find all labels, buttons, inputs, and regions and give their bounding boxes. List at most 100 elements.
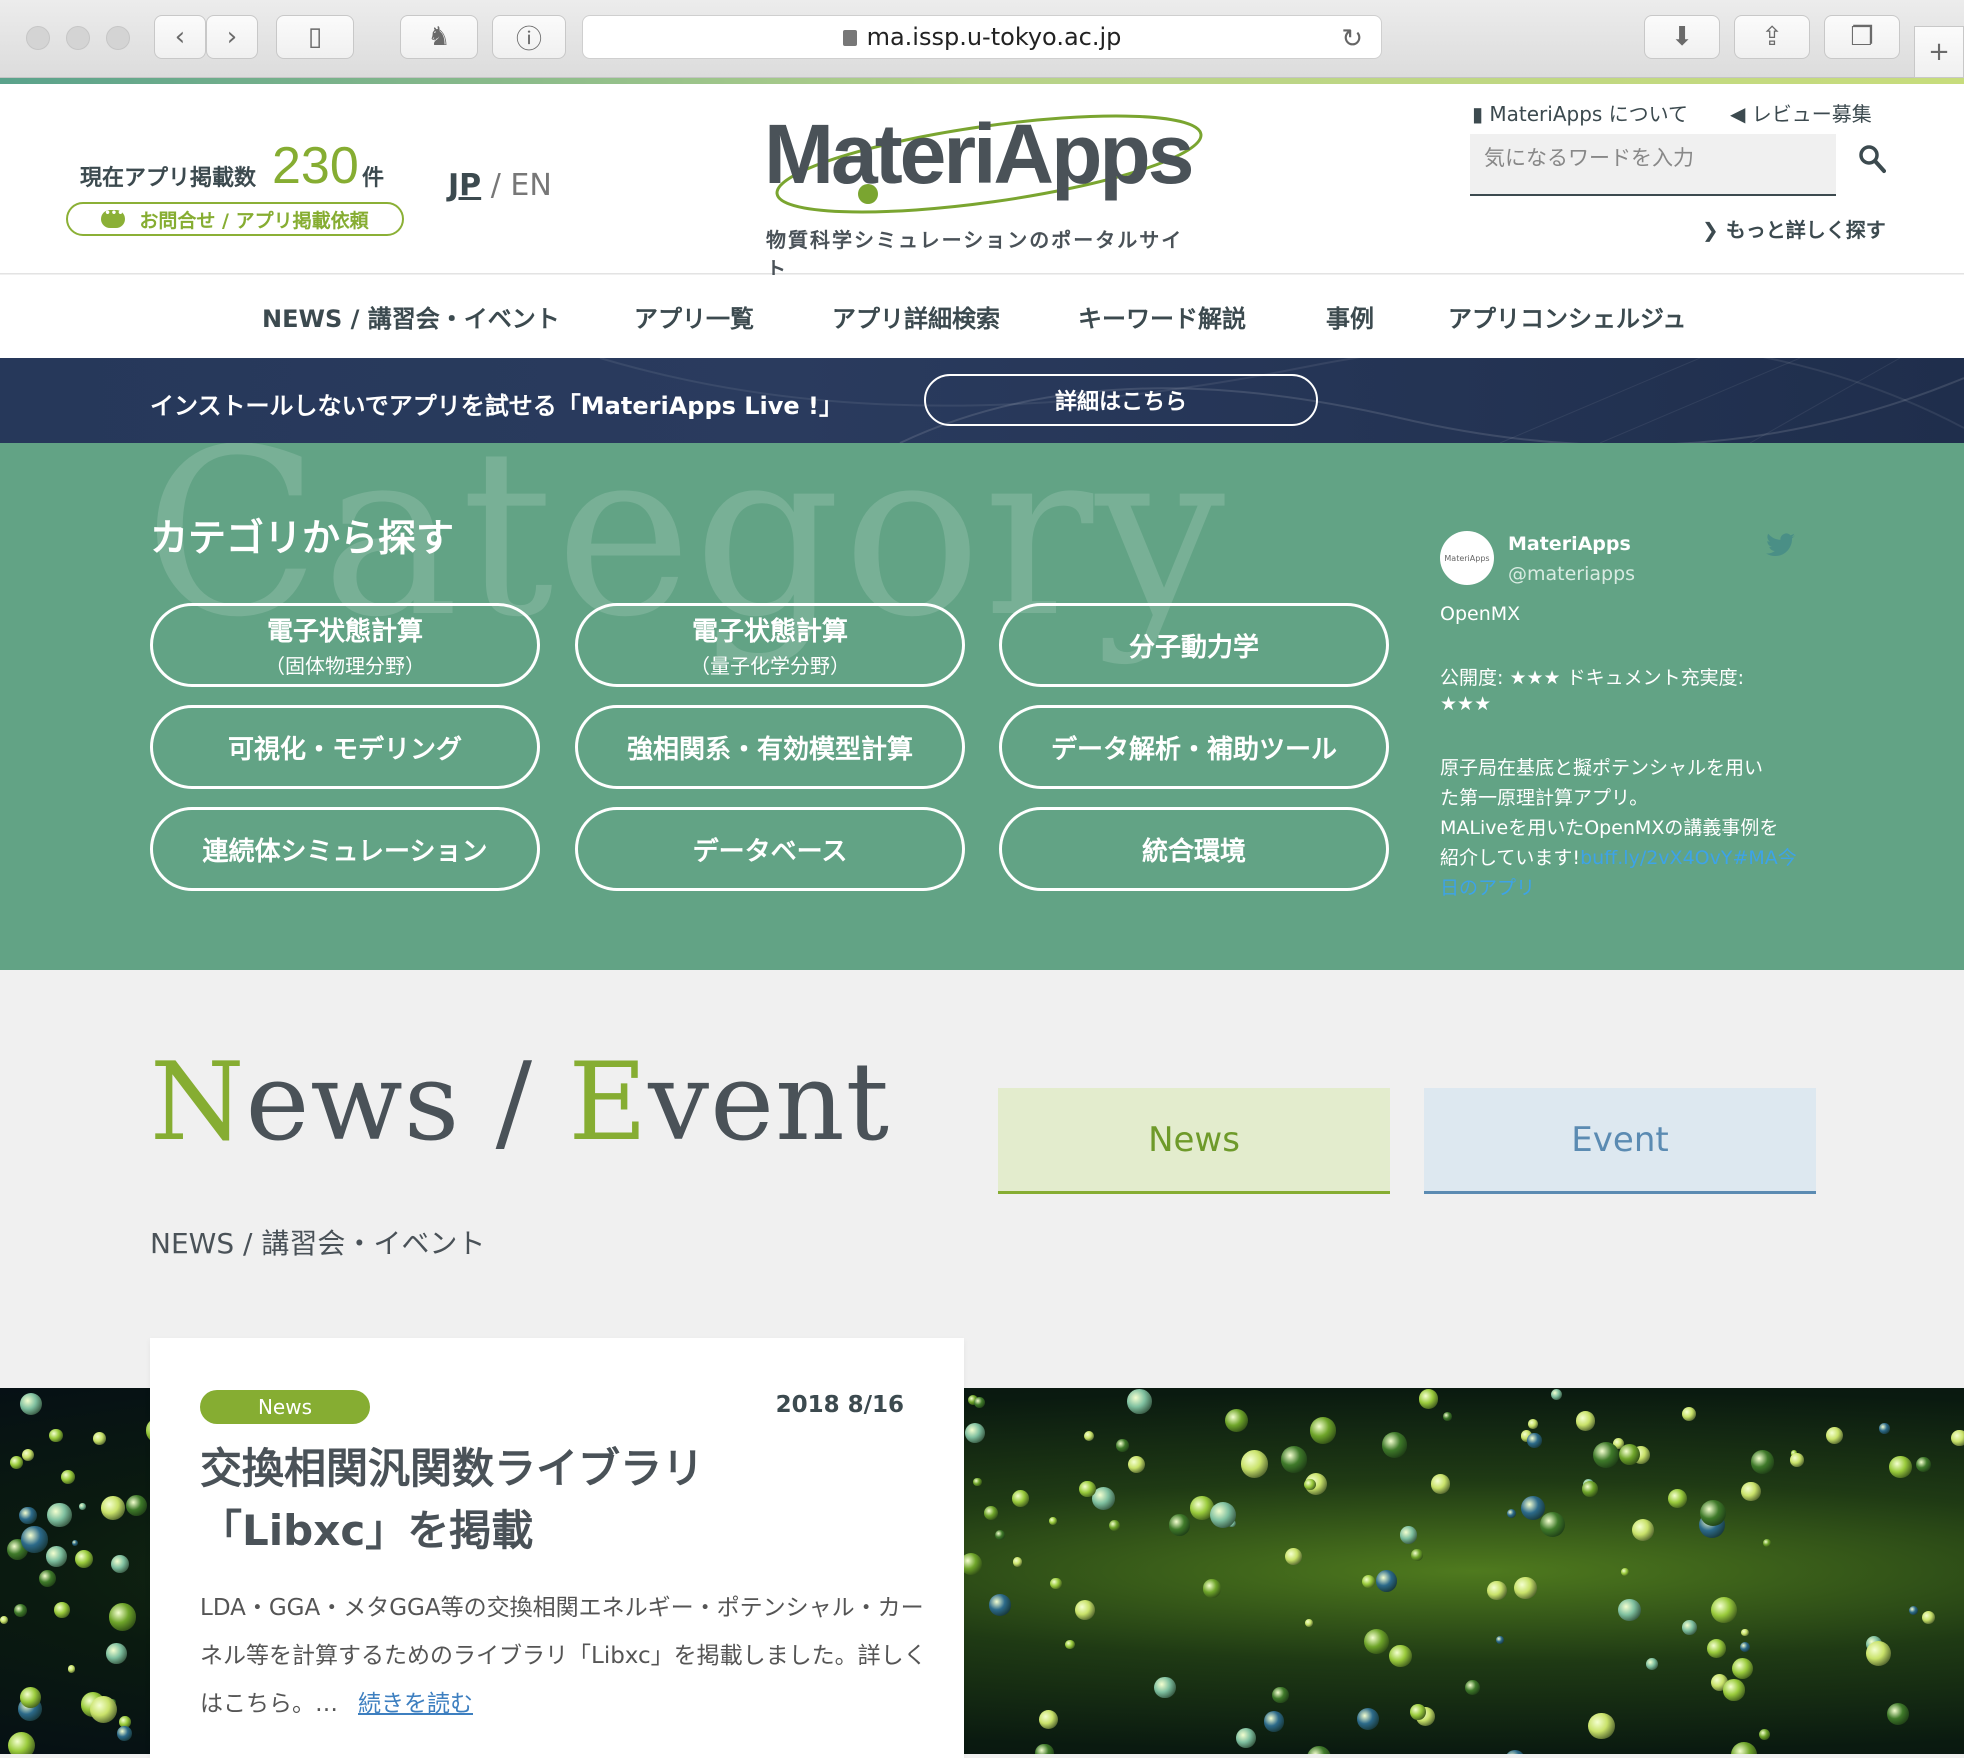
close-window-button[interactable] <box>26 26 50 50</box>
more-search-link[interactable]: ❯ もっと詳しく探す <box>1702 214 1886 243</box>
nav-item-news[interactable]: NEWS / 講習会・イベント <box>262 299 560 334</box>
read-more-link[interactable]: 続きを読む <box>358 1691 473 1717</box>
category-strongly-correlated[interactable]: 強相関系・有効模型計算 <box>575 705 965 789</box>
downloads-button[interactable]: ⬇ <box>1644 15 1720 59</box>
news-excerpt: LDA・GGA・メタGGA等の交換相関エネルギー・ポテンシャル・カーネル等を計算… <box>200 1584 930 1728</box>
news-title-line: 交換相関汎関数ライブラリ <box>200 1444 705 1493</box>
molecule-sphere <box>1699 1499 1726 1526</box>
molecule-sphere <box>53 1602 70 1619</box>
search-input[interactable]: 気になるワードを入力 <box>1470 134 1836 196</box>
news-card[interactable]: News 2018 8/16 交換相関汎関数ライブラリ 「Libxc」を掲載 L… <box>150 1338 964 1758</box>
contact-button[interactable]: お問合せ / アプリ掲載依頼 <box>66 202 404 236</box>
nav-item-cases[interactable]: 事例 <box>1326 299 1374 334</box>
nav-item-keywords[interactable]: キーワード解説 <box>1078 299 1246 334</box>
nav-item-detail-search[interactable]: アプリ詳細検索 <box>832 299 1000 334</box>
tweet-line: 紹介しています!buff.ly/2vX4OvY#MA今 <box>1440 843 1797 870</box>
molecule-sphere <box>1951 1429 1964 1447</box>
forward-button[interactable]: › <box>206 15 258 59</box>
live-banner-text: インストールしないでアプリを試せる「MateriApps Live !」 <box>150 392 844 420</box>
live-details-button[interactable]: 詳細はこちら <box>924 374 1318 426</box>
molecule-sphere <box>1879 1423 1890 1435</box>
molecule-sphere <box>1038 1709 1058 1729</box>
category-molecular-dynamics[interactable]: 分子動力学 <box>999 603 1389 687</box>
molecule-sphere <box>1865 1640 1892 1666</box>
category-integrated-env[interactable]: 統合環境 <box>999 807 1389 891</box>
tweet-line: 公開度: ★★★ ドキュメント充実度: <box>1440 667 1744 689</box>
category-data-analysis[interactable]: データ解析・補助ツール <box>999 705 1389 789</box>
molecule-sphere <box>1667 1489 1687 1509</box>
category-label: データ解析・補助ツール <box>1050 734 1337 765</box>
molecule-sphere <box>106 1643 127 1664</box>
molecule-sphere <box>973 1477 983 1487</box>
about-link[interactable]: ▮ MateriApps について <box>1472 98 1688 127</box>
share-button[interactable]: ⇪ <box>1734 15 1810 59</box>
tweet-link[interactable]: buff.ly/2vX4OvY#MA今 <box>1580 847 1797 869</box>
address-bar[interactable]: ma.issp.u-tokyo.ac.jp ↻ <box>582 15 1382 59</box>
molecule-sphere <box>1505 1750 1526 1754</box>
molecule-sphere <box>1202 1579 1222 1598</box>
sidebar-button[interactable]: ▯ <box>276 15 354 59</box>
new-tab-button[interactable]: + <box>1914 26 1964 78</box>
tab-news[interactable]: News <box>998 1088 1390 1194</box>
molecule-sphere <box>1363 1628 1389 1654</box>
category-sublabel: （量子化学分野） <box>690 654 850 678</box>
molecule-sphere <box>1305 1618 1314 1627</box>
twitter-avatar[interactable]: MateriApps <box>1440 531 1494 585</box>
molecule-sphere <box>19 1507 37 1525</box>
back-button[interactable]: ‹ <box>154 15 206 59</box>
reload-icon[interactable]: ↻ <box>1341 24 1363 54</box>
molecule-sphere <box>1645 1657 1658 1670</box>
molecule-sphere <box>1083 1431 1094 1441</box>
molecule-sphere <box>1049 1517 1058 1525</box>
molecule-sphere <box>1732 1657 1754 1679</box>
category-visualization[interactable]: 可視化・モデリング <box>150 705 540 789</box>
lang-en-link[interactable]: EN <box>510 168 551 203</box>
twitter-name[interactable]: MateriApps <box>1508 533 1631 555</box>
category-database[interactable]: データベース <box>575 807 965 891</box>
molecule-sphere <box>1430 1474 1450 1494</box>
molecule-sphere <box>1399 1526 1418 1544</box>
category-label: 強相関系・有効模型計算 <box>626 734 913 765</box>
category-label: データベース <box>692 836 848 867</box>
nav-item-concierge[interactable]: アプリコンシェルジュ <box>1448 299 1686 334</box>
molecule-sphere <box>1127 1456 1145 1474</box>
twitter-bird-icon[interactable] <box>1766 533 1796 557</box>
molecule-sphere <box>1711 1596 1738 1623</box>
review-link[interactable]: ◀ レビュー募集 <box>1730 98 1872 127</box>
molecule-sphere <box>974 1396 986 1408</box>
molecule-sphere <box>14 1603 28 1617</box>
news-badge: News <box>200 1390 370 1424</box>
sidebar-icon: ▯ <box>307 22 323 52</box>
password-manager-button[interactable]: ⓘ <box>492 15 566 59</box>
tweet-link-continued[interactable]: 日のアプリ <box>1440 873 1535 900</box>
news-title[interactable]: 交換相関汎関数ライブラリ 「Libxc」を掲載 <box>200 1438 900 1562</box>
molecule-sphere <box>1681 1406 1696 1422</box>
minimize-window-button[interactable] <box>66 26 90 50</box>
site-logo[interactable]: MateriApps 物質科学シミュレーションのポータルサイト <box>764 106 1204 281</box>
nav-item-app-list[interactable]: アプリ一覧 <box>634 299 754 334</box>
molecule-sphere <box>1362 1574 1376 1588</box>
category-continuum[interactable]: 連続体シミュレーション <box>150 807 540 891</box>
evernote-button[interactable]: ♞ <box>400 15 478 59</box>
category-electronic-chem[interactable]: 電子状態計算 （量子化学分野） <box>575 603 965 687</box>
tab-event[interactable]: Event <box>1424 1088 1816 1194</box>
molecule-sphere <box>1410 1548 1423 1561</box>
heading-initial-e: E <box>568 1040 649 1165</box>
molecule-sphere <box>1310 1417 1337 1444</box>
tweet-line: MALiveを用いたOpenMXの講義事例を <box>1440 817 1779 839</box>
zoom-window-button[interactable] <box>106 26 130 50</box>
molecule-sphere <box>1272 1686 1289 1704</box>
molecule-sphere <box>1587 1712 1615 1740</box>
molecule-sphere <box>1050 1578 1062 1590</box>
tabs-overview-button[interactable]: ❐ <box>1824 15 1900 59</box>
category-title: カテゴリから探す <box>150 516 455 560</box>
twitter-handle[interactable]: @materiapps <box>1508 563 1635 585</box>
lang-jp-link[interactable]: JP <box>448 168 481 203</box>
search-icon[interactable] <box>1858 144 1886 174</box>
molecule-sphere <box>1527 1433 1542 1448</box>
molecule-sphere <box>1224 1409 1248 1433</box>
molecule-sphere <box>1682 1619 1698 1635</box>
category-electronic-solid[interactable]: 電子状態計算 （固体物理分野） <box>150 603 540 687</box>
molecule-sphere <box>1168 1514 1191 1536</box>
language-switcher: JP / EN <box>448 168 552 203</box>
